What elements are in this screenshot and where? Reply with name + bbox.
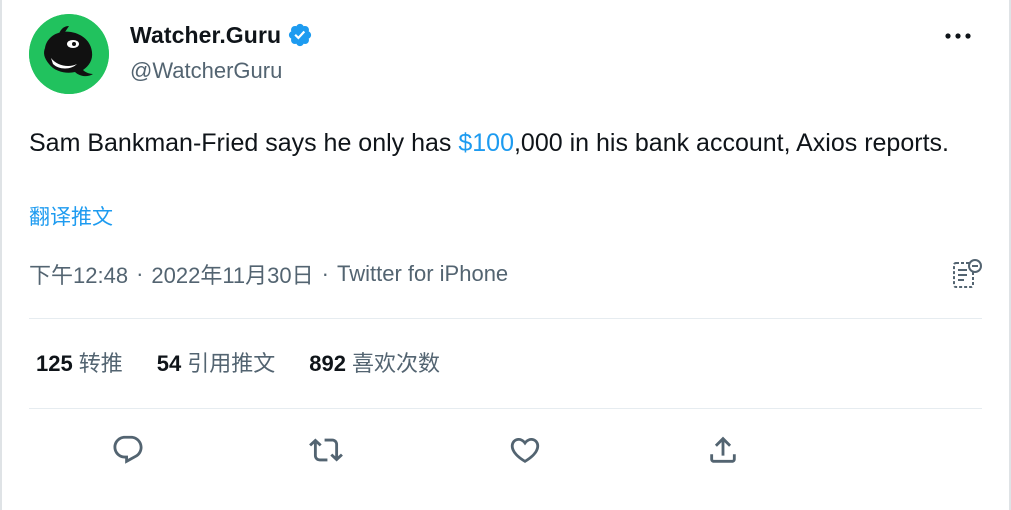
tweet-analytics-button[interactable] (948, 256, 984, 292)
retweets-stat[interactable]: 125 转推 (36, 346, 123, 378)
tweet-stats: 125 转推 54 引用推文 892 喜欢次数 (36, 346, 474, 378)
tweet-header: Watcher.Guru @WatcherGuru (29, 14, 989, 96)
retweets-label: 转推 (78, 351, 123, 376)
retweet-button[interactable] (304, 428, 348, 472)
avatar[interactable] (29, 14, 109, 94)
cashtag-link[interactable]: $100 (458, 129, 514, 157)
translate-tweet-link[interactable]: 翻译推文 (29, 201, 113, 231)
tweet-card: Watcher.Guru @WatcherGuru Sam Bankman-Fr… (0, 0, 1011, 510)
verified-badge-icon (287, 22, 313, 48)
tweet-meta: 下午12:48 · 2022年11月30日 · Twitter for iPho… (29, 258, 508, 290)
divider (29, 318, 982, 319)
display-name-row: Watcher.Guru (130, 20, 313, 50)
retweets-count: 125 (36, 351, 73, 376)
divider (29, 408, 982, 409)
share-icon (710, 436, 736, 463)
quote-tweets-stat[interactable]: 54 引用推文 (157, 346, 276, 378)
likes-label: 喜欢次数 (351, 351, 440, 376)
more-options-button[interactable] (941, 24, 975, 48)
tweet-text-before: Sam Bankman-Fried says he only has (29, 129, 459, 157)
likes-count: 892 (309, 351, 346, 376)
more-horizontal-icon (945, 33, 971, 39)
reply-icon (113, 435, 143, 464)
heart-icon (510, 437, 540, 463)
share-button[interactable] (701, 428, 745, 472)
quote-tweets-count: 54 (156, 351, 182, 376)
tweet-text: Sam Bankman-Fried says he only has $100,… (29, 124, 969, 162)
tweet-source[interactable]: Twitter for iPhone (337, 261, 508, 287)
meta-separator: · (136, 261, 144, 286)
tweet-date[interactable]: 2022年11月30日 (151, 258, 313, 290)
whale-logo-icon (29, 14, 109, 94)
quote-tweets-label: 引用推文 (187, 351, 276, 376)
tweet-analytics-icon (953, 259, 982, 288)
reply-button[interactable] (106, 428, 150, 472)
like-button[interactable] (503, 428, 547, 472)
tweet-text-after: ,000 in his bank account, Axios reports. (513, 129, 949, 157)
meta-separator: · (321, 261, 329, 286)
retweet-icon (309, 438, 343, 462)
author-info: Watcher.Guru @WatcherGuru (130, 20, 313, 84)
likes-stat[interactable]: 892 喜欢次数 (309, 346, 440, 378)
user-handle[interactable]: @WatcherGuru (130, 58, 313, 84)
tweet-time[interactable]: 下午12:48 (29, 258, 128, 290)
tweet-actions (2, 428, 1011, 472)
display-name[interactable]: Watcher.Guru (130, 22, 281, 49)
